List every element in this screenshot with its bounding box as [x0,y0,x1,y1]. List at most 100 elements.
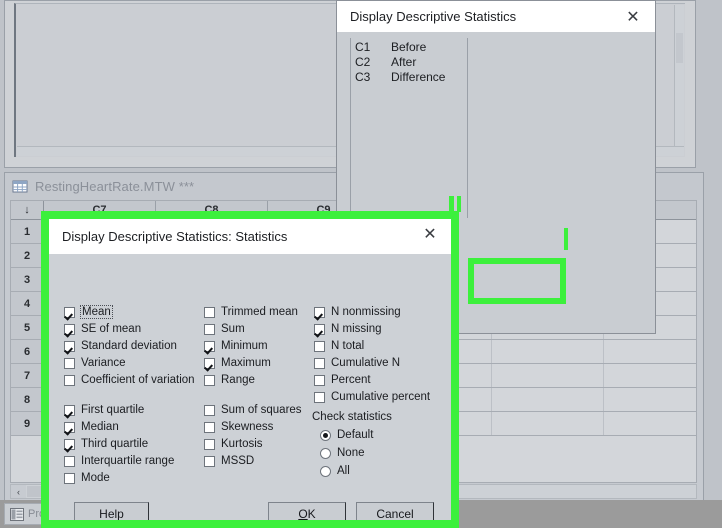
checkbox-unchecked-icon[interactable] [64,357,75,369]
worksheet-cell[interactable] [492,412,604,435]
statistics-dialog-titlebar[interactable]: Display Descriptive Statistics: Statisti… [48,218,452,254]
worksheet-hscroll-left-icon[interactable]: ‹ [11,485,26,498]
worksheet-col-header[interactable]: C7 [44,201,156,219]
checkbox-unchecked-icon[interactable] [64,455,75,467]
checkbox-mssd[interactable]: MSSD [204,455,254,467]
checkbox-unchecked-icon[interactable] [204,421,215,433]
worksheet-row-header[interactable]: 7 [11,364,44,387]
taskbar-item-project-manager[interactable]: Pro [4,503,52,525]
checkbox-checked-icon[interactable] [314,323,325,335]
worksheet-row-header[interactable]: 5 [11,316,44,339]
radio-default[interactable]: Default [320,429,373,441]
checkbox-kurtosis[interactable]: Kurtosis [204,438,263,450]
statistics-cancel-button-label: Cancel [376,507,414,521]
checkbox-unchecked-icon[interactable] [314,340,325,352]
checkbox-sum[interactable]: Sum [204,323,245,335]
worksheet-row-header[interactable]: 8 [11,388,44,411]
radio-unselected-icon[interactable] [320,447,331,459]
checkbox-unchecked-icon[interactable] [204,374,215,386]
worksheet-cell[interactable] [492,388,604,411]
checkbox-unchecked-icon[interactable] [64,472,75,484]
check-statistics-group-label: Check statistics [312,411,392,423]
radio-unselected-icon[interactable] [320,465,331,477]
session-vertical-scrollbar[interactable] [674,5,684,146]
checkbox-unchecked-icon[interactable] [204,438,215,450]
worksheet-row-header[interactable]: 1 [11,220,44,243]
checkbox-trimmed-mean[interactable]: Trimmed mean [204,306,298,318]
radio-selected-icon[interactable] [320,429,331,441]
checkbox-unchecked-icon[interactable] [314,391,325,403]
checkbox-n-missing[interactable]: N missing [314,323,381,335]
checkbox-median[interactable]: Median [64,421,119,433]
checkbox-third-quartile[interactable]: Third quartile [64,438,148,450]
checkbox-first-quartile[interactable]: First quartile [64,404,144,416]
checkbox-checked-icon[interactable] [64,306,75,318]
checkbox-variance[interactable]: Variance [64,357,126,369]
checkbox-mean[interactable]: Mean [64,305,113,319]
checkbox-unchecked-icon[interactable] [64,374,75,386]
checkbox-minimum[interactable]: Minimum [204,340,268,352]
worksheet-row-header[interactable]: 3 [11,268,44,291]
checkbox-mode[interactable]: Mode [64,472,110,484]
worksheet-col-header[interactable]: C8 [156,201,268,219]
radio-label: Default [337,429,374,441]
variable-column-id: C1 [355,40,371,54]
checkbox-label: Cumulative N [331,357,401,369]
checkbox-sum-of-squares[interactable]: Sum of squares [204,404,302,416]
worksheet-row-header[interactable]: 9 [11,412,44,435]
checkbox-label: Cumulative percent [331,391,431,403]
worksheet-cell[interactable] [492,340,604,363]
checkbox-cumulative-n[interactable]: Cumulative N [314,357,400,369]
checkbox-coefficient-of-variation[interactable]: Coefficient of variation [64,374,195,386]
statistics-cancel-button[interactable]: Cancel [356,502,434,526]
statistics-ok-button[interactable]: OK [268,502,346,526]
checkbox-checked-icon[interactable] [64,438,75,450]
worksheet-corner-cell[interactable]: ↓ [11,201,44,219]
radio-none[interactable]: None [320,447,365,459]
checkbox-unchecked-icon[interactable] [314,374,325,386]
checkbox-checked-icon[interactable] [204,340,215,352]
worksheet-cell[interactable] [492,364,604,387]
worksheet-row-header[interactable]: 6 [11,340,44,363]
checkbox-se-of-mean[interactable]: SE of mean [64,323,141,335]
checkbox-label: MSSD [221,455,255,467]
dialog-titlebar[interactable]: Display Descriptive Statistics ✕ [337,1,655,32]
checkbox-checked-icon[interactable] [64,323,75,335]
checkbox-unchecked-icon[interactable] [204,404,215,416]
radio-all[interactable]: All [320,465,350,477]
highlight-tick-mark [564,228,568,250]
help-button-label: Help [99,507,124,521]
close-icon[interactable]: ✕ [408,218,452,249]
worksheet-row-header[interactable]: 4 [11,292,44,315]
checkbox-range[interactable]: Range [204,374,255,386]
checkbox-checked-icon[interactable] [64,340,75,352]
variable-list-item[interactable]: C3 Difference [351,70,467,85]
checkbox-skewness[interactable]: Skewness [204,421,273,433]
column-variable-list[interactable]: C1 Before C2 After C3 Difference [350,38,468,218]
checkbox-unchecked-icon[interactable] [204,306,215,318]
checkbox-cumulative-percent[interactable]: Cumulative percent [314,391,430,403]
dialog-title: Display Descriptive Statistics [350,9,517,24]
variable-column-id: C3 [355,70,371,84]
checkbox-n-total[interactable]: N total [314,340,364,352]
checkbox-maximum[interactable]: Maximum [204,357,271,369]
checkbox-unchecked-icon[interactable] [314,357,325,369]
checkbox-interquartile-range[interactable]: Interquartile range [64,455,174,467]
checkbox-percent[interactable]: Percent [314,374,371,386]
checkbox-n-nonmissing[interactable]: N nonmissing [314,306,401,318]
variable-list-item[interactable]: C1 Before [351,40,467,55]
worksheet-row-header[interactable]: 2 [11,244,44,267]
checkbox-checked-icon[interactable] [64,421,75,433]
close-icon[interactable]: ✕ [611,1,655,32]
checkbox-checked-icon[interactable] [314,306,325,318]
checkbox-unchecked-icon[interactable] [204,455,215,467]
variable-list-item[interactable]: C2 After [351,55,467,70]
checkbox-standard-deviation[interactable]: Standard deviation [64,340,177,352]
checkbox-checked-icon[interactable] [204,357,215,369]
checkbox-unchecked-icon[interactable] [204,323,215,335]
checkbox-label: Range [221,374,255,386]
checkbox-checked-icon[interactable] [64,404,75,416]
help-button[interactable]: Help [74,502,149,526]
variable-column-name: Before [391,40,427,54]
session-vscroll-thumb[interactable] [676,33,683,63]
